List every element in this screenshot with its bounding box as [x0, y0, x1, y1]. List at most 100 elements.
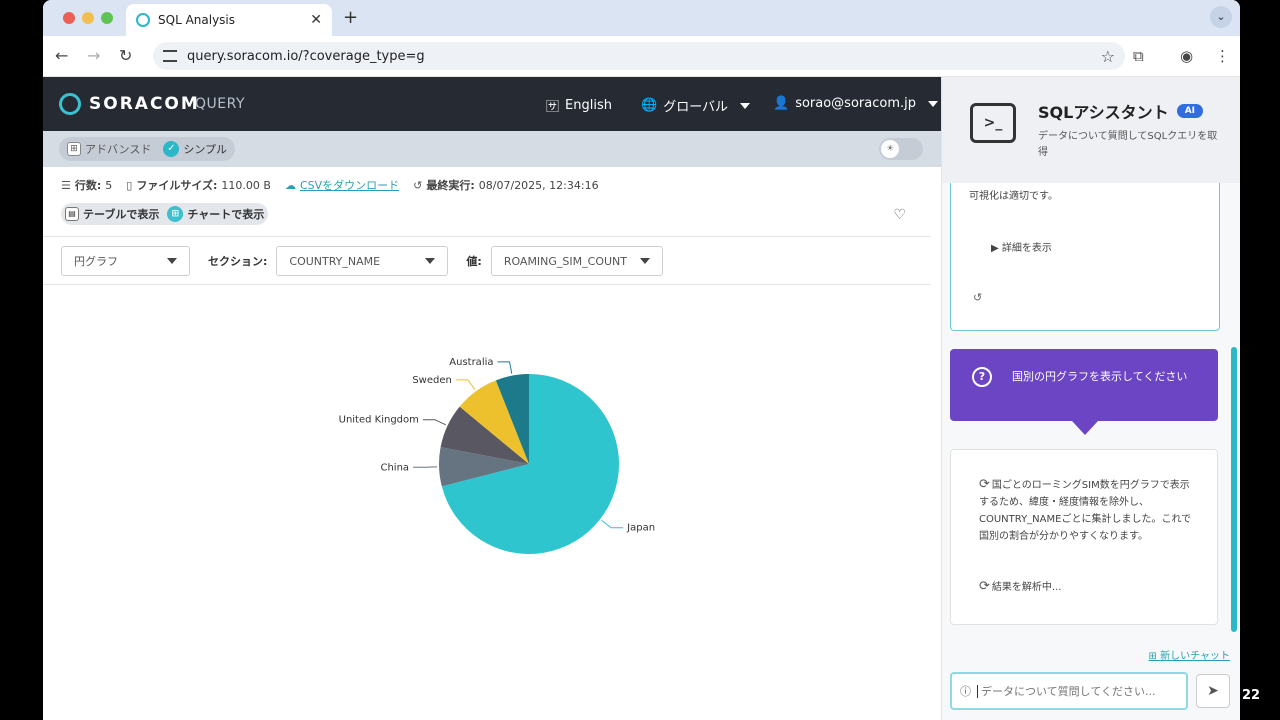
mode-switch: ⊞ アドバンスド ✓ シンプル [59, 137, 236, 161]
mode-bar: ⊞ アドバンスド ✓ シンプル ☀ [43, 131, 941, 167]
chat-input-box[interactable]: ⓘ [950, 672, 1188, 710]
site-settings-icon[interactable] [163, 50, 177, 62]
browser-tab[interactable]: SQL Analysis ✕ [126, 4, 332, 36]
soracom-logo-icon [59, 93, 81, 115]
tab-search-chevron-icon[interactable]: ⌄ [1210, 6, 1232, 28]
send-icon: ➤ [1207, 683, 1219, 699]
analyzing-status: ⟳ 結果を解析中... [979, 578, 1061, 594]
profile-icon[interactable]: ◉ [1180, 47, 1193, 65]
result-meta: ☰ 行数: 5 ▯ ファイルサイズ: 110.00 B ☁ CSVをダウンロード… [61, 177, 599, 193]
pie-leader-line [455, 379, 476, 390]
pie-label: Sweden [412, 375, 452, 386]
assistant-description: データについて質問してSQLクエリを取得 [1038, 131, 1218, 158]
assistant-reply: ⟳ 国ごとのローミングSIM数を円グラフで表示するため、緯度・経度情報を除外し、C… [979, 476, 1194, 545]
value-value: ROAMING_SIM_COUNT [503, 254, 627, 268]
csv-download[interactable]: ☁ CSVをダウンロード [285, 177, 399, 193]
chevron-down-icon [425, 258, 436, 264]
theme-toggle[interactable]: ☀ [879, 138, 923, 160]
value-select[interactable]: ROAMING_SIM_COUNT [490, 246, 663, 276]
csv-download-link[interactable]: CSVをダウンロード [300, 177, 399, 193]
new-chat-label: 新しいチャット [1160, 651, 1230, 662]
ai-badge: AI [1176, 104, 1204, 118]
database-icon: ☰ [61, 178, 71, 192]
details-label: 詳細を表示 [1001, 243, 1052, 254]
section-select[interactable]: COUNTRY_NAME [276, 246, 449, 276]
details-toggle[interactable]: ▶ 詳細を表示 [991, 239, 1052, 254]
new-chat-link[interactable]: ⊞ 新しいチャット [1149, 647, 1230, 662]
grid-icon: ⊞ [67, 142, 81, 156]
user-email: sorao@soracom.jp [795, 96, 916, 111]
chevron-down-icon [639, 258, 650, 264]
user-message-text: 国別の円グラフを表示してください [1012, 370, 1188, 383]
last-run-value: 08/07/2025, 12:34:16 [478, 178, 599, 192]
table-view-button[interactable]: ▤ テーブルで表示 [65, 206, 159, 222]
user-menu[interactable]: 👤 sorao@soracom.jp [773, 96, 938, 111]
url-text: query.soracom.io/?coverage_type=g [187, 48, 425, 64]
bubble-tail [1072, 421, 1098, 435]
terminal-icon: >_ [970, 103, 1016, 143]
tab-close-icon[interactable]: ✕ [310, 12, 322, 28]
back-arrow-icon[interactable]: ← [55, 46, 68, 65]
region-selector[interactable]: 🌐 グローバル [641, 96, 751, 115]
maximize-window-button[interactable] [101, 12, 113, 24]
url-bar[interactable]: query.soracom.io/?coverage_type=g ☆ [153, 42, 1125, 70]
history-icon: ↺ [413, 178, 423, 192]
section-label: セクション: [208, 255, 268, 268]
extensions-icon[interactable]: ⧉ [1133, 47, 1144, 65]
page-number: 22 [1242, 688, 1261, 703]
pie-label: China [380, 462, 409, 473]
last-run-label: 最終実行: [426, 179, 475, 192]
address-bar-row: ← → ↻ query.soracom.io/?coverage_type=g … [43, 36, 1240, 77]
results-pane: ☰ 行数: 5 ▯ ファイルサイズ: 110.00 B ☁ CSVをダウンロード… [43, 167, 930, 720]
tab-strip: SQL Analysis ✕ + ⌄ [43, 0, 1240, 36]
divider [43, 236, 930, 237]
new-tab-button[interactable]: + [343, 7, 358, 28]
user-message-bubble: ? 国別の円グラフを表示してください [950, 349, 1218, 421]
globe-icon: 🌐 [641, 98, 658, 113]
chat-input[interactable] [977, 684, 1167, 698]
mode-advanced[interactable]: ⊞ アドバンスド [63, 141, 155, 157]
row-count-label: 行数: [74, 179, 102, 192]
chevron-down-icon [167, 258, 177, 264]
chat-scrollbar[interactable] [1231, 347, 1237, 632]
close-window-button[interactable] [63, 12, 75, 24]
history-icon[interactable]: ↺ [973, 291, 982, 304]
pie-leader-line [601, 519, 624, 529]
last-run: ↺ 最終実行: 08/07/2025, 12:34:16 [413, 177, 598, 193]
file-size-value: 110.00 B [221, 178, 271, 192]
chart-view-button[interactable]: ⊞ チャートで表示 [167, 206, 264, 222]
mode-simple[interactable]: ✓ シンプル [159, 141, 231, 157]
send-button[interactable]: ➤ [1196, 674, 1230, 708]
assistant-header: >_ SQLアシスタント AI データについて質問してSQLクエリを取得 [942, 77, 1240, 183]
cloud-download-icon: ☁ [284, 178, 296, 192]
tab-title: SQL Analysis [158, 13, 236, 27]
row-count: ☰ 行数: 5 [61, 177, 112, 193]
favicon-icon [136, 13, 150, 27]
row-count-value: 5 [105, 178, 113, 192]
pie-leader-line [497, 361, 513, 374]
pie-label: Australia [449, 357, 493, 368]
reload-icon[interactable]: ↻ [119, 46, 132, 65]
language-selector[interactable]: 🈂 English [546, 96, 612, 115]
caret-right-icon: ▶ [991, 243, 1002, 254]
chart-controls: 円グラフ セクション: COUNTRY_NAME 値: ROAMING_SIM_… [61, 246, 663, 276]
favorite-heart-icon[interactable]: ♡ [893, 207, 906, 223]
assistant-reply-text: 国ごとのローミングSIM数を円グラフで表示するため、緯度・経度情報を除外し、CO… [979, 480, 1192, 542]
section-value: COUNTRY_NAME [289, 254, 381, 268]
browser-window: SQL Analysis ✕ + ⌄ ← → ↻ query.soracom.i… [43, 0, 1240, 720]
bookmark-star-icon[interactable]: ☆ [1101, 47, 1115, 66]
chart-type-select[interactable]: 円グラフ [61, 246, 190, 276]
chevron-down-icon [740, 102, 751, 109]
assistant-title-text: SQLアシスタント [1038, 103, 1169, 122]
minimize-window-button[interactable] [82, 12, 94, 24]
chevron-down-icon [927, 100, 938, 107]
product-name: QUERY [195, 96, 245, 112]
check-icon: ✓ [163, 141, 180, 157]
forward-arrow-icon[interactable]: → [87, 46, 100, 65]
table-view-label: テーブルで表示 [83, 208, 160, 221]
sun-icon: ☀ [881, 140, 899, 158]
table-icon: ▤ [65, 207, 79, 221]
view-toggle: ▤ テーブルで表示 ⊞ チャートで表示 [61, 203, 269, 225]
file-icon: ▯ [126, 178, 133, 192]
browser-menu-icon[interactable]: ⋮ [1215, 47, 1230, 65]
